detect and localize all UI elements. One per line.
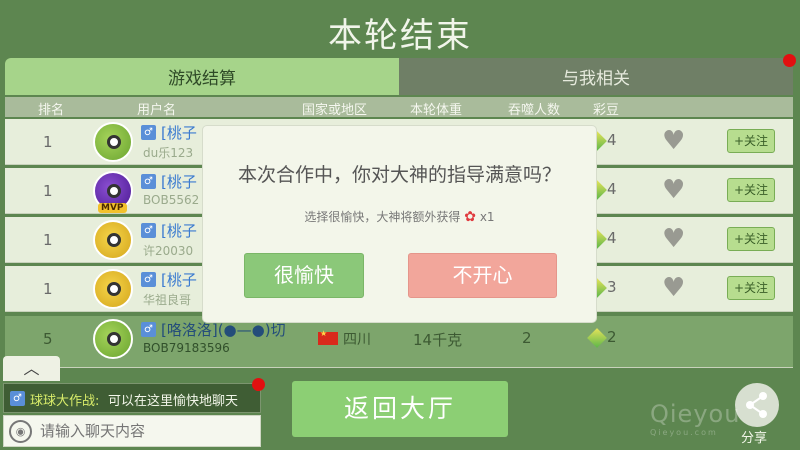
row-rank: 5: [43, 330, 53, 348]
color-bean-icon: [587, 328, 607, 348]
avatar[interactable]: [93, 319, 133, 359]
row-color-bean: 2: [607, 328, 617, 346]
follow-button[interactable]: +关注: [727, 178, 775, 202]
row-color-bean: 3: [607, 278, 617, 296]
notification-dot: [252, 378, 265, 391]
follow-button[interactable]: +关注: [727, 276, 775, 300]
column-eaten: 吞噬人数: [508, 103, 561, 118]
chat-expand-button[interactable]: ︿: [3, 356, 60, 381]
row-username: [桃子: [161, 124, 197, 142]
row-user-id: 许20030: [143, 244, 194, 258]
like-heart-icon[interactable]: ♥: [662, 226, 685, 252]
follow-button[interactable]: +关注: [727, 227, 775, 251]
follow-button[interactable]: +关注: [727, 129, 775, 153]
chevron-up-icon: ︿: [23, 359, 40, 378]
row-username: [桃子: [161, 173, 197, 191]
row-color-bean: 4: [607, 131, 617, 149]
row-user-id: BOB79183596: [143, 341, 230, 355]
chat-input[interactable]: [40, 418, 258, 444]
dialog-reward-count: x1: [479, 210, 495, 224]
dialog-question: 本次合作中，你对大神的指导满意吗？: [237, 164, 561, 186]
watermark-subtext: Qieyou.com: [650, 428, 718, 437]
avatar-eye-icon: [107, 233, 121, 247]
column-weight: 本轮体重: [410, 103, 463, 118]
column-color-bean: 彩豆: [593, 103, 620, 118]
avatar-eye-icon: [107, 184, 121, 198]
row-rank: 1: [43, 182, 53, 200]
page-title: 本轮结束: [328, 16, 472, 56]
tab-related-to-me[interactable]: 与我相关: [399, 58, 793, 95]
male-icon: ♂: [141, 125, 156, 140]
tab-bar: 游戏结算 与我相关: [5, 58, 793, 95]
like-heart-icon[interactable]: ♥: [662, 177, 685, 203]
row-rank: 1: [43, 133, 53, 151]
column-username: 用户名: [137, 103, 177, 118]
like-heart-icon[interactable]: ♥: [662, 275, 685, 301]
chat-sender: 球球大作战:: [30, 394, 100, 409]
avatar[interactable]: [93, 220, 133, 260]
male-icon: ♂: [141, 272, 156, 287]
notification-dot: [783, 54, 796, 67]
voice-icon[interactable]: ◉: [9, 420, 32, 443]
row-username: [桃子: [161, 271, 197, 289]
male-icon: ♂: [141, 174, 156, 189]
tab-game-settlement[interactable]: 游戏结算: [5, 58, 399, 95]
row-user-id: du乐123: [143, 146, 194, 160]
row-color-bean: 4: [607, 180, 617, 198]
mvp-badge: MVP: [98, 203, 127, 213]
male-icon: ♂: [141, 223, 156, 238]
column-region: 国家或地区: [302, 103, 368, 118]
row-rank: 1: [43, 231, 53, 249]
row-weight: 14千克: [413, 331, 463, 349]
row-username: [咯洛洛](●—●)切: [161, 321, 286, 339]
dialog-reward-label: 选择很愉快，大神将额外获得: [304, 210, 461, 224]
unhappy-button[interactable]: 不开心: [408, 253, 557, 298]
chat-text: 可以在这里愉快地聊天: [108, 394, 239, 409]
row-rank: 1: [43, 280, 53, 298]
male-icon: ♂: [141, 322, 156, 337]
dialog-reward-text: 选择很愉快，大神将额外获得 ✿ x1: [203, 208, 596, 225]
share-button[interactable]: [735, 383, 779, 427]
share-label: 分享: [741, 431, 768, 446]
avatar-eye-icon: [107, 332, 121, 346]
row-user-id: BOB5562: [143, 193, 200, 207]
my-result-row: 5 ♂ [咯洛洛](●—●)切 BOB79183596 四川 14千克 2 2: [5, 316, 793, 368]
flower-icon: ✿: [464, 209, 476, 225]
like-heart-icon[interactable]: ♥: [662, 128, 685, 154]
avatar-eye-icon: [107, 282, 121, 296]
chat-message: ♂ 球球大作战: 可以在这里愉快地聊天: [3, 383, 261, 413]
column-rank: 排名: [38, 103, 65, 118]
row-eaten: 2: [522, 329, 532, 347]
happy-button[interactable]: 很愉快: [244, 253, 364, 298]
watermark-logo: Qieyou Qieyou.com: [650, 400, 740, 437]
table-header: 排名 用户名 国家或地区 本轮体重 吞噬人数 彩豆: [5, 97, 793, 118]
row-user-id: 华祖良哥: [143, 293, 192, 307]
row-region: 四川: [343, 332, 371, 348]
share-icon: [746, 392, 767, 418]
china-flag-icon: [318, 329, 338, 345]
chat-input-bar: ◉: [3, 415, 261, 447]
male-icon: ♂: [10, 391, 25, 406]
satisfaction-dialog: 本次合作中，你对大神的指导满意吗？ 选择很愉快，大神将额外获得 ✿ x1 很愉快…: [203, 126, 596, 322]
avatar-eye-icon: [107, 135, 121, 149]
avatar[interactable]: [93, 122, 133, 162]
row-username: [桃子: [161, 222, 197, 240]
row-color-bean: 4: [607, 229, 617, 247]
back-to-lobby-button[interactable]: 返回大厅: [292, 381, 508, 437]
watermark-text: Qieyou: [650, 400, 741, 428]
avatar[interactable]: [93, 269, 133, 309]
